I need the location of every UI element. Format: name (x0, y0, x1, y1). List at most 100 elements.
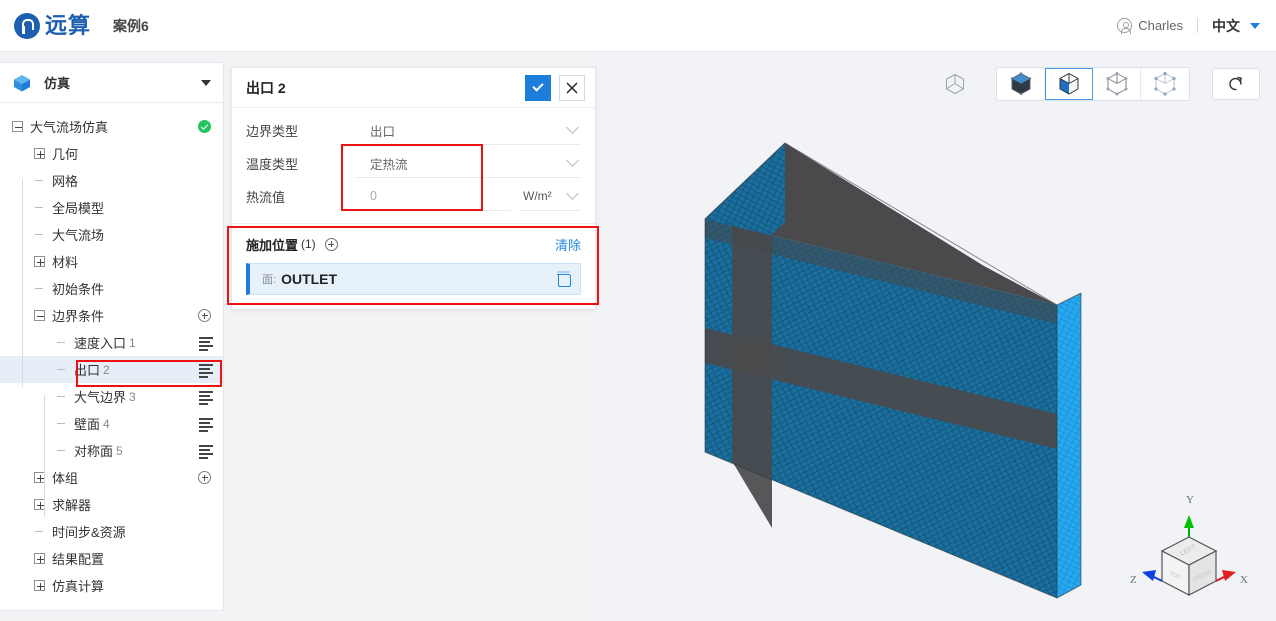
sidebar-item-label: 网格 (52, 174, 79, 189)
caret-down-icon[interactable] (201, 79, 211, 86)
property-field-1: 温度类型 定热流 (246, 147, 581, 180)
axis-label-y: Y (1186, 494, 1194, 506)
cancel-button[interactable] (559, 74, 585, 101)
render-mode-group (996, 67, 1190, 101)
collapse-icon[interactable] (12, 121, 23, 132)
language-label[interactable]: 中文 (1212, 16, 1240, 36)
settings-lines-icon[interactable] (199, 391, 213, 405)
property-label: 热流值 (246, 190, 286, 205)
property-label: 温度类型 (246, 157, 299, 172)
yuansuan-logo-icon (14, 12, 40, 39)
chevron-down-icon[interactable] (566, 186, 579, 200)
sidebar-item-2[interactable]: 网格 (0, 167, 223, 194)
sidebar-item-label: 速度入口 (74, 336, 127, 351)
sidebar-item-label: 仿真计算 (52, 579, 105, 594)
list-item[interactable]: 面: OUTLET (246, 263, 581, 295)
solid-shaded-cube-icon[interactable] (1045, 68, 1093, 100)
settings-lines-icon[interactable] (199, 445, 213, 459)
sidebar-item-label: 结果配置 (52, 552, 105, 567)
3d-viewport[interactable]: LEFT TOP FRONT Y X Z (604, 52, 1276, 621)
collapse-icon[interactable] (34, 310, 45, 321)
sidebar-item-label: 几何 (52, 147, 79, 162)
wireframe-cube-icon[interactable] (938, 68, 972, 100)
app-logo[interactable]: 远算 (14, 12, 92, 39)
sidebar-item-11[interactable]: 壁面 4 (0, 410, 223, 437)
top-bar: 远算 案例6 Charles 中文 (0, 0, 1276, 52)
confirm-button[interactable] (525, 74, 551, 101)
settings-lines-icon[interactable] (199, 418, 213, 432)
property-select[interactable]: 定热流 (356, 150, 581, 178)
sidebar-item-16[interactable]: 结果配置 (0, 545, 223, 572)
location-kind: 面: (262, 274, 277, 286)
navigation-gizmo[interactable]: LEFT TOP FRONT Y X Z (1128, 494, 1250, 613)
sidebar-item-label: 初始条件 (52, 282, 105, 297)
sidebar-item-12[interactable]: 对称面 5 (0, 437, 223, 464)
sidebar-item-0[interactable]: 大气流场仿真 (0, 113, 223, 140)
property-field-2: 热流值 0 W/m² (246, 180, 581, 213)
location-count: (1) (301, 237, 316, 251)
tree-branch-icon (34, 202, 45, 213)
clear-button[interactable]: 清除 (555, 235, 581, 254)
tree-branch-icon (34, 229, 45, 240)
tree-branch-icon (34, 175, 45, 186)
sidebar-item-label: 材料 (52, 255, 79, 270)
properties-fields: 边界类型 出口 温度类型 定热流 热流值 0 W/m² (232, 108, 595, 223)
expand-icon[interactable] (34, 148, 45, 159)
sidebar-item-15[interactable]: 时间步&资源 (0, 518, 223, 545)
cube-icon (12, 73, 32, 93)
settings-lines-icon[interactable] (199, 337, 213, 351)
user-name[interactable]: Charles (1138, 18, 1183, 33)
property-select[interactable]: 出口 (356, 117, 581, 145)
caret-down-icon[interactable] (1250, 22, 1260, 29)
expand-icon[interactable] (34, 256, 45, 267)
sidebar-item-17[interactable]: 仿真计算 (0, 572, 223, 599)
sidebar-item-10[interactable]: 大气边界 3 (0, 383, 223, 410)
sidebar-item-1[interactable]: 几何 (0, 140, 223, 167)
expand-icon[interactable] (34, 553, 45, 564)
property-input[interactable]: 0 (356, 183, 511, 211)
boundary-condition-properties-panel: 出口 2 边界类型 出口 温度类型 定热流 热流值 0 W/m² 施加位置 (1) 清除 面… (231, 67, 596, 310)
chevron-down-icon[interactable] (566, 153, 579, 167)
sidebar-item-5[interactable]: 材料 (0, 248, 223, 275)
sidebar-item-9[interactable]: 出口 2 (0, 356, 223, 383)
close-icon (566, 82, 578, 93)
sidebar-item-13[interactable]: 体组 (0, 464, 223, 491)
view-toolbar (938, 67, 1260, 101)
unit-select[interactable]: W/m² (519, 183, 581, 211)
tree-branch-icon (56, 418, 67, 429)
sidebar-item-label: 求解器 (52, 498, 92, 513)
sidebar-item-4[interactable]: 大气流场 (0, 221, 223, 248)
logo-text: 远算 (45, 12, 92, 38)
tree-branch-icon (56, 337, 67, 348)
sidebar-item-3[interactable]: 全局模型 (0, 194, 223, 221)
tree-header[interactable]: 仿真 (0, 63, 223, 103)
sidebar-item-index: 1 (129, 335, 136, 350)
expand-icon[interactable] (34, 580, 45, 591)
tree-branch-icon (56, 391, 67, 402)
sidebar-item-label: 大气流场仿真 (30, 120, 109, 135)
add-item-icon[interactable] (198, 309, 211, 322)
sidebar-item-6[interactable]: 初始条件 (0, 275, 223, 302)
user-avatar-icon (1117, 18, 1133, 34)
settings-lines-icon[interactable] (199, 364, 213, 378)
chevron-down-icon[interactable] (566, 120, 579, 134)
project-name[interactable]: 案例6 (113, 16, 149, 36)
sidebar-item-label: 时间步&资源 (52, 525, 126, 540)
location-title: 施加位置 (246, 237, 299, 253)
property-value: 定热流 (370, 157, 408, 172)
solid-cube-icon[interactable] (997, 68, 1045, 100)
plus-circle-icon[interactable] (324, 237, 338, 251)
outline-cube-icon[interactable] (1093, 68, 1141, 100)
tree-branch-icon (56, 364, 67, 375)
sidebar-item-label: 大气边界 (74, 390, 127, 405)
sidebar-item-8[interactable]: 速度入口 1 (0, 329, 223, 356)
add-item-icon[interactable] (198, 471, 211, 484)
sidebar-item-7[interactable]: 边界条件 (0, 302, 223, 329)
sidebar-item-14[interactable]: 求解器 (0, 491, 223, 518)
sidebar-item-label: 大气流场 (52, 228, 105, 243)
tree-branch-icon (34, 283, 45, 294)
points-cube-icon[interactable] (1141, 68, 1189, 100)
reset-view-icon[interactable] (1212, 68, 1260, 100)
page-title: 出口 2 (246, 79, 286, 96)
trash-icon[interactable] (557, 272, 571, 287)
